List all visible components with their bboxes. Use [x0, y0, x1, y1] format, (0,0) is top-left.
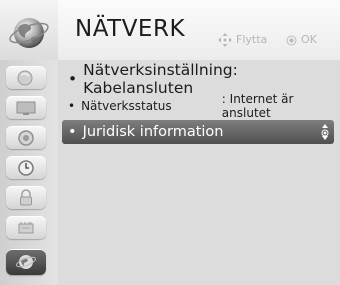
menu-item-legal-info[interactable]: • Juridisk information [62, 120, 334, 144]
ok-hint: OK [301, 33, 317, 46]
menu-item-value: : Internet är anslutet [221, 92, 294, 120]
sidebar-item-screen[interactable] [6, 96, 46, 119]
bullet: • [68, 70, 78, 88]
picture-icon [17, 70, 33, 85]
menu-item-network-status[interactable]: • Nätverksstatus : Internet är anslutet [68, 92, 334, 120]
ok-button-icon [286, 35, 297, 46]
screen-icon [16, 101, 36, 115]
network-globe-icon [16, 255, 36, 269]
sidebar-item-audio[interactable] [6, 126, 46, 149]
page-title: NÄTVERK [75, 16, 186, 42]
clock-icon [18, 159, 34, 176]
header-bar: NÄTVERK Flytta OK [0, 0, 340, 60]
sidebar-item-time[interactable] [6, 156, 46, 179]
network-category-icon-box [0, 0, 58, 60]
options-icon [18, 221, 34, 233]
sidebar-item-picture[interactable] [6, 66, 46, 89]
audio-icon [18, 129, 34, 146]
network-globe-icon [9, 18, 49, 48]
sidebar-item-network[interactable] [6, 249, 46, 275]
bullet: • [68, 99, 76, 113]
select-indicator-icon [321, 124, 329, 140]
move-hint: Flytta [236, 33, 268, 46]
menu-item-label: Juridisk information [82, 124, 224, 140]
menu-item-network-setting[interactable]: • Nätverksinställning: Kabelansluten [68, 61, 334, 97]
sidebar-item-lock[interactable] [6, 186, 46, 209]
network-menu: • Nätverksinställning: Kabelansluten • N… [58, 60, 340, 285]
move-arrows-icon [218, 33, 232, 47]
category-sidebar [0, 60, 58, 285]
sidebar-item-options[interactable] [6, 216, 46, 239]
menu-item-label: Nätverksstatus [81, 99, 172, 113]
lock-icon [20, 188, 32, 205]
bullet: • [68, 124, 77, 140]
